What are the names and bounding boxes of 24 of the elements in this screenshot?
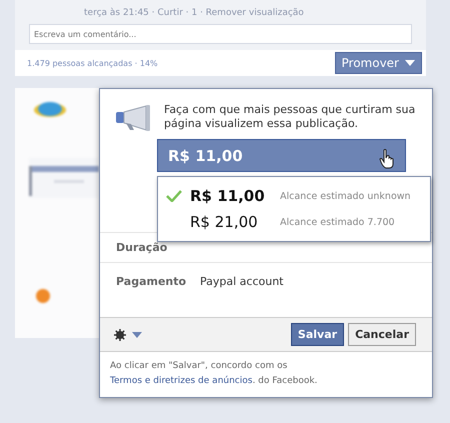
caret-icon <box>132 332 142 338</box>
budget-option[interactable]: R$ 11,00 Alcance estimado unknown <box>158 183 430 209</box>
field-value: Paypal account <box>200 275 284 288</box>
comment-field[interactable]: Escreva um comentário... <box>29 24 412 44</box>
gear-icon <box>114 328 126 340</box>
promote-button[interactable]: Promover <box>334 52 422 74</box>
budget-option[interactable]: R$ 21,00 Alcance estimado 7.700 <box>158 209 430 235</box>
field-label: Pagamento <box>116 275 188 288</box>
post-meta-text: terça às 21:45 · Curtir · 1 · Remover visualização <box>83 8 305 18</box>
budget-select[interactable]: R$ 11,00 <box>157 139 406 172</box>
description-text: Faça com que mais pessoas que curtiram sua página visualizem essa publicação. <box>164 103 416 131</box>
megaphone-icon <box>116 105 152 131</box>
terms-text: Ao clicar em "Salvar", concordo com os Termos e diretrizes de anúncios. do Facebook. <box>109 360 318 388</box>
reach-text: 1.479 pessoas alcançadas · 14% <box>27 58 158 68</box>
checkmark-icon <box>166 190 182 202</box>
settings-menu-button[interactable] <box>114 328 142 340</box>
field-label: Duração <box>116 241 168 254</box>
share-icon <box>35 288 51 304</box>
caret-icon <box>405 60 415 66</box>
avatar-icon <box>33 100 67 120</box>
cancel-button[interactable]: Cancelar <box>348 323 416 346</box>
hand-cursor-icon <box>379 148 395 168</box>
save-button[interactable]: Salvar <box>290 323 344 346</box>
terms-link[interactable]: Termos e diretrizes de anúncios <box>110 376 252 386</box>
